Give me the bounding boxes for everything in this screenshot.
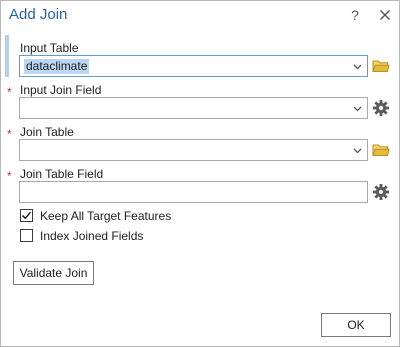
required-marker: *: [7, 169, 12, 183]
input-table-dropdown[interactable]: dataclimate: [19, 55, 368, 77]
add-join-dialog: Add Join ? Input Table dataclimate * Inp…: [0, 0, 400, 347]
active-parameter-indicator: [5, 35, 9, 77]
keep-all-checkbox[interactable]: [20, 209, 33, 222]
join-table-label: Join Table: [20, 125, 74, 139]
title-bar: Add Join ?: [1, 1, 399, 31]
index-joined-checkbox[interactable]: [20, 229, 33, 242]
gear-icon[interactable]: [372, 183, 390, 200]
keep-all-label: Keep All Target Features: [40, 209, 172, 223]
help-icon[interactable]: ?: [348, 7, 362, 23]
chevron-down-icon: [353, 106, 362, 112]
input-table-label: Input Table: [20, 41, 79, 55]
checkmark-icon: [21, 211, 32, 220]
validate-join-button[interactable]: Validate Join: [13, 261, 94, 285]
required-marker: *: [7, 127, 12, 141]
join-table-field-input[interactable]: [19, 181, 368, 203]
join-table-field-label: Join Table Field: [20, 167, 104, 181]
input-join-field-dropdown[interactable]: [19, 97, 368, 119]
chevron-down-icon: [353, 64, 362, 70]
required-marker: *: [7, 85, 12, 99]
input-join-field-label: Input Join Field: [20, 83, 102, 97]
folder-icon[interactable]: [372, 142, 390, 158]
chevron-down-icon: [353, 148, 362, 154]
join-table-dropdown[interactable]: [19, 139, 368, 161]
close-icon[interactable]: [378, 7, 392, 23]
gear-icon[interactable]: [372, 99, 390, 116]
index-joined-label: Index Joined Fields: [40, 229, 144, 243]
folder-icon[interactable]: [372, 58, 390, 74]
dialog-title: Add Join: [9, 6, 68, 23]
input-table-value: dataclimate: [24, 59, 90, 74]
ok-button[interactable]: OK: [321, 313, 391, 337]
